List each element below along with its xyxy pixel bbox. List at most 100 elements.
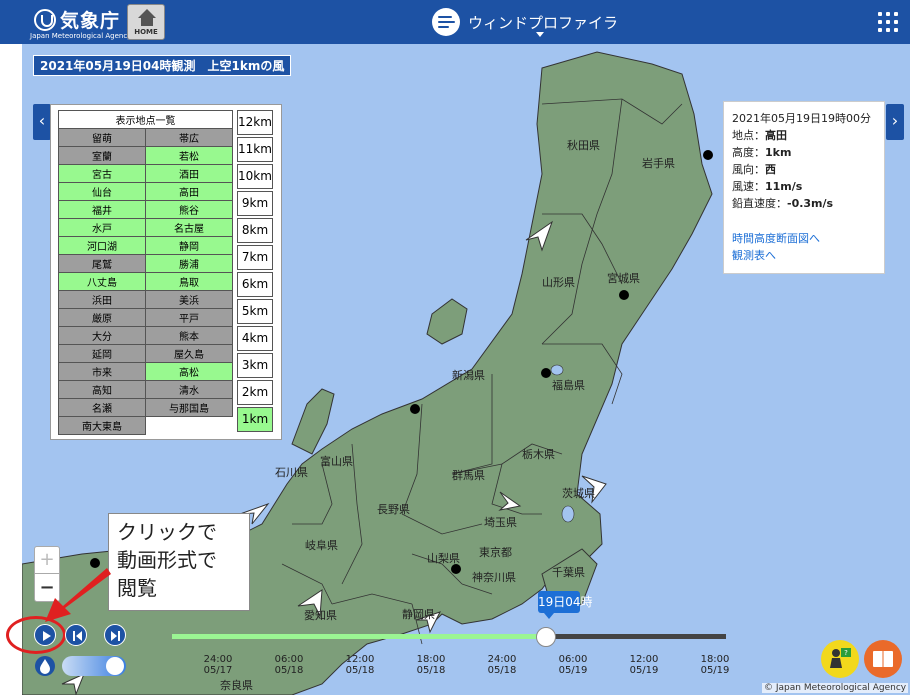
station-cell[interactable]: 勝浦	[145, 254, 233, 273]
timeline-tick-label: 24:00 05/17	[203, 654, 233, 676]
station-cell[interactable]: 高松	[145, 362, 233, 381]
altitude-option[interactable]: 10km	[237, 164, 273, 189]
jma-logo[interactable]: 気象庁 Japan Meteorological Agency	[30, 6, 131, 40]
station-row: 水戸 名古屋	[58, 218, 233, 237]
info-row-altitude: 高度：1km	[732, 146, 792, 159]
timeline-tick-label: 18:00 05/18	[416, 654, 446, 676]
timeline-tick-label: 06:00 05/19	[558, 654, 588, 676]
home-icon	[138, 9, 156, 18]
station-dot	[619, 290, 629, 300]
altitude-option[interactable]: 5km	[237, 299, 273, 324]
station-cell[interactable]: 厳原	[58, 308, 146, 327]
grid-menu-button[interactable]	[866, 0, 910, 44]
altitude-option[interactable]: 8km	[237, 218, 273, 243]
time-height-section-link[interactable]: 時間高度断面図へ	[732, 230, 876, 247]
station-cell[interactable]: 名瀬	[58, 398, 146, 417]
station-cell[interactable]: 平戸	[145, 308, 233, 327]
station-row: 尾鷲 勝浦	[58, 254, 233, 273]
map-label-yamanashi: 山梨県	[427, 552, 460, 565]
home-button[interactable]: HOME	[127, 4, 165, 40]
observation-title: 2021年05月19日04時観測 上空1kmの風	[33, 55, 292, 76]
station-cell[interactable]: 名古屋	[145, 218, 233, 237]
left-margin	[0, 44, 22, 695]
station-cell[interactable]: 清水	[145, 380, 233, 399]
station-cell[interactable]: 高田	[145, 182, 233, 201]
station-row: 八丈島 鳥取	[58, 272, 233, 291]
station-list-header: 表示地点一覧	[58, 110, 233, 129]
caret-down-icon	[536, 32, 544, 37]
panel-collapse-right-button[interactable]: ›	[886, 104, 904, 140]
altitude-option[interactable]: 7km	[237, 245, 273, 270]
play-button[interactable]	[34, 624, 56, 646]
app-title: ウィンドプロファイラ	[468, 14, 619, 32]
timeline-tick-label: 12:00 05/18	[345, 654, 375, 676]
altitude-option[interactable]: 2km	[237, 380, 273, 405]
altitude-option[interactable]: 12km	[237, 110, 273, 135]
timeline-handle[interactable]	[535, 627, 556, 647]
empty-cell	[145, 416, 233, 435]
station-cell[interactable]: 尾鷲	[58, 254, 146, 273]
station-cell[interactable]: 屋久島	[145, 344, 233, 363]
map-label-tokyo: 東京都	[479, 546, 512, 559]
station-cell[interactable]: 熊谷	[145, 200, 233, 219]
station-cell[interactable]: 浜田	[58, 290, 146, 309]
map-label-ibaraki: 茨城県	[562, 487, 595, 500]
info-row-station: 地点：高田	[732, 129, 787, 142]
station-cell[interactable]: 南大東島	[58, 416, 146, 435]
station-row: 高知 清水	[58, 380, 233, 399]
station-cell[interactable]: 大分	[58, 326, 146, 345]
map-label-chiba: 千葉県	[552, 566, 585, 579]
station-cell[interactable]: 仙台	[58, 182, 146, 201]
altitude-option[interactable]: 3km	[237, 353, 273, 378]
station-cell[interactable]: 帯広	[145, 128, 233, 147]
station-cell[interactable]: 留萌	[58, 128, 146, 147]
altitude-option[interactable]: 11km	[237, 137, 273, 162]
step-back-button[interactable]	[65, 624, 87, 646]
altitude-selector: 12km 11km 10km 9km 8km 7km 6km 5km 4km 3km 2km 1km	[237, 110, 273, 434]
map-label-gunma: 群馬県	[452, 469, 485, 482]
altitude-option[interactable]: 4km	[237, 326, 273, 351]
step-forward-icon	[111, 631, 120, 641]
map-label-yamagata: 山形県	[542, 276, 575, 289]
station-cell[interactable]: 鳥取	[145, 272, 233, 291]
station-cell[interactable]: 与那国島	[145, 398, 233, 417]
station-cell[interactable]: 若松	[145, 146, 233, 165]
station-cell[interactable]: 八丈島	[58, 272, 146, 291]
station-cell[interactable]: 静岡	[145, 236, 233, 255]
step-forward-button[interactable]	[104, 624, 126, 646]
manual-button[interactable]	[864, 640, 902, 678]
help-button[interactable]: ?	[821, 640, 859, 678]
panel-collapse-left-button[interactable]: ‹	[33, 104, 51, 140]
map-label-aichi: 愛知県	[304, 609, 337, 622]
station-cell[interactable]: 美浜	[145, 290, 233, 309]
step-back-icon	[73, 631, 82, 641]
copyright: © Japan Meteorological Agency	[762, 683, 909, 693]
station-cell[interactable]: 河口湖	[58, 236, 146, 255]
drop-icon	[35, 656, 55, 676]
map-label-miyagi: 宮城県	[607, 272, 640, 285]
station-cell[interactable]: 水戸	[58, 218, 146, 237]
station-row: 市来 高松	[58, 362, 233, 381]
station-cell[interactable]: 室蘭	[58, 146, 146, 165]
observation-table-link[interactable]: 観測表へ	[732, 247, 876, 264]
rain-overlay-toggle[interactable]	[62, 656, 126, 676]
map-label-ishikawa: 石川県	[275, 466, 308, 479]
info-row-vertical-speed: 鉛直速度：-0.3m/s	[732, 197, 834, 210]
station-row: 留萌 帯広	[58, 128, 233, 147]
station-cell[interactable]: 市来	[58, 362, 146, 381]
altitude-option[interactable]: 1km	[237, 407, 273, 432]
station-cell[interactable]: 宮古	[58, 164, 146, 183]
station-cell[interactable]: 延岡	[58, 344, 146, 363]
map-label-gifu: 岐阜県	[305, 539, 338, 552]
logo-text: 気象庁	[60, 10, 121, 32]
station-row: 福井 熊谷	[58, 200, 233, 219]
map-label-tochigi: 栃木県	[522, 448, 555, 461]
station-cell[interactable]: 酒田	[145, 164, 233, 183]
altitude-option[interactable]: 6km	[237, 272, 273, 297]
station-cell[interactable]: 熊本	[145, 326, 233, 345]
info-row-wind-direction: 風向：西	[732, 163, 776, 176]
altitude-option[interactable]: 9km	[237, 191, 273, 216]
info-row-wind-speed: 風速：11m/s	[732, 180, 803, 193]
station-cell[interactable]: 福井	[58, 200, 146, 219]
station-cell[interactable]: 高知	[58, 380, 146, 399]
